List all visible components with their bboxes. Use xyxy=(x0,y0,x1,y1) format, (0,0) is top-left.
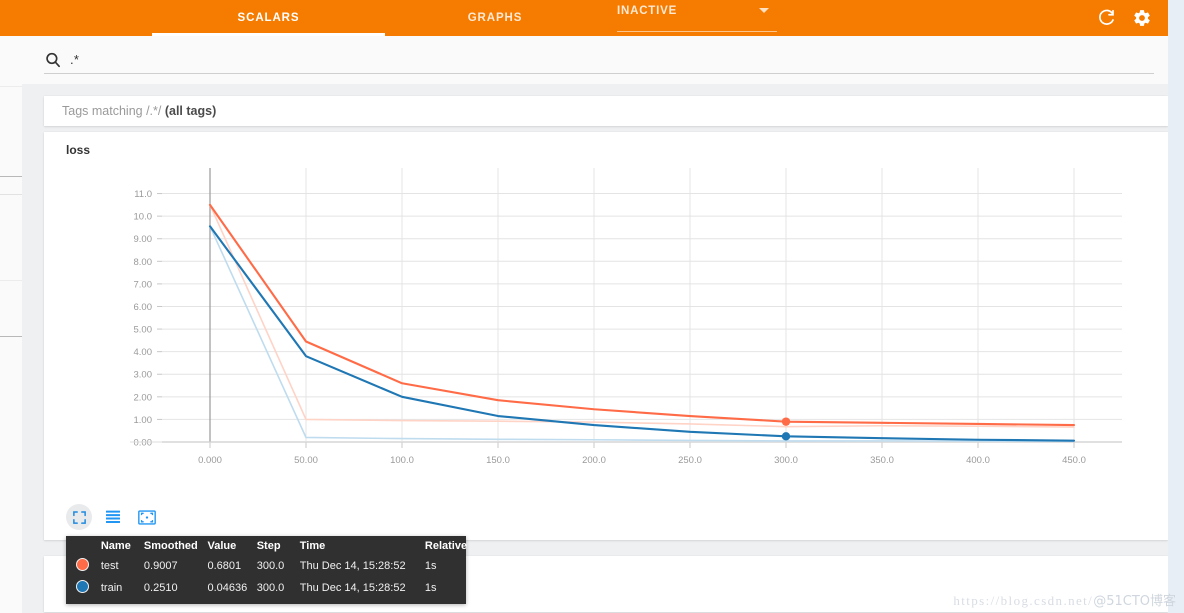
tooltip-cell-value: 0.04636 xyxy=(207,582,248,594)
tab-graphs[interactable]: GRAPHS xyxy=(415,0,575,36)
right-gutter xyxy=(1168,0,1184,613)
y-axis-tick-label: 2.00 xyxy=(134,392,153,403)
tooltip-cell-step: 300.0 xyxy=(256,560,285,572)
tooltip-col-name: Name xyxy=(100,540,131,552)
tooltip-col-value: Value xyxy=(207,540,237,552)
main-tabs: SCALARS GRAPHS xyxy=(0,0,575,36)
series-dot-icon xyxy=(76,580,89,593)
tooltip-cell-smoothed: 0.2510 xyxy=(143,582,178,594)
search-field-wrapper[interactable] xyxy=(44,46,1154,74)
inactive-dropdown-label: INACTIVE xyxy=(617,5,678,17)
x-axis-tick-label: 400.0 xyxy=(966,455,990,466)
left-rail xyxy=(0,36,22,613)
tooltip-cell-name: train xyxy=(100,582,123,594)
x-axis-tick-label: 300.0 xyxy=(774,455,798,466)
x-axis-tick-label: 150.0 xyxy=(486,455,510,466)
y-axis-tick-label: 0.00 xyxy=(134,438,153,449)
hover-marker-train xyxy=(781,432,791,441)
app-header: SCALARS GRAPHS INACTIVE xyxy=(0,0,1168,36)
chart-tooltip: Name Smoothed Value Step Time Relative t… xyxy=(66,536,468,604)
tab-graphs-label: GRAPHS xyxy=(467,12,523,24)
tags-matching-suffix: (all tags) xyxy=(164,104,217,118)
y-axis-tick-label: 6.00 xyxy=(134,302,153,313)
search-bar xyxy=(0,36,1168,84)
x-axis-tick-label: 200.0 xyxy=(582,455,606,466)
x-axis-tick-label: 100.0 xyxy=(390,455,414,466)
series-line-test-raw xyxy=(209,204,1075,428)
watermark-url: https://blog.csdn.net/ xyxy=(953,593,1094,608)
series-dot-icon xyxy=(76,558,89,571)
tooltip-table-head: Name Smoothed Value Step Time Relative xyxy=(66,536,468,555)
tags-filter-card: Tags matching /.*/ (all tags) xyxy=(44,96,1168,126)
tooltip-table-body: test 0.9007 0.6801 300.0 Thu Dec 14, 15:28:5… xyxy=(66,555,466,599)
refresh-icon[interactable] xyxy=(1096,8,1116,28)
x-axis-tick-label: 250.0 xyxy=(678,455,702,466)
y-axis-tick-label: 9.00 xyxy=(134,234,153,245)
y-axis-tick-label: 8.00 xyxy=(134,257,153,268)
tooltip-cell-relative: 1s xyxy=(424,560,437,572)
tooltip-cell-time: Thu Dec 14, 15:28:52 xyxy=(299,582,406,594)
x-axis-tick-label: 450.0 xyxy=(1062,455,1086,466)
chart-toolbar xyxy=(66,504,160,530)
x-axis-tick-label: 50.00 xyxy=(294,455,318,466)
watermark-handle: @51CTO博客 xyxy=(1093,594,1176,609)
chart-plot-area[interactable]: 0.00 1.00 2.00 3.00 4.00 5.00 6.00 7.00 8.00 9.00… xyxy=(44,160,1168,510)
tensorboard-app: SCALARS GRAPHS INACTIVE .* Tags matching… xyxy=(0,0,1184,613)
tags-matching-prefix: Tags matching xyxy=(62,104,147,118)
scalar-chart-card: loss 0.00 1.00 2.00 3.00 4.00 5.00 6.00 7.00 8.0… xyxy=(44,132,1168,540)
y-axis-tick-label: 3.00 xyxy=(134,370,153,381)
series-color-swatch xyxy=(66,555,101,577)
x-axis-tick-label: 350.0 xyxy=(870,455,894,466)
x-axis-tick-label: 0.000 xyxy=(198,455,222,466)
header-actions xyxy=(1096,8,1168,28)
chevron-down-icon xyxy=(759,8,769,13)
y-axis-tick-label: 1.00 xyxy=(134,415,153,426)
series-color-swatch xyxy=(66,577,101,599)
tags-matching-text: Tags matching /.*/ (all tags) xyxy=(44,104,216,118)
watermark: https://blog.csdn.net/@51CTO博客 xyxy=(953,590,1176,609)
y-axis-tick-label: 5.00 xyxy=(134,325,153,336)
search-input[interactable] xyxy=(68,49,1154,70)
series-line-train-smoothed xyxy=(208,225,1076,442)
y-axis-tick-label: 4.00 xyxy=(134,347,153,358)
tooltip-header-row: Name Smoothed Value Step Time Relative xyxy=(66,536,468,555)
tooltip-col-time: Time xyxy=(299,540,326,552)
tags-matching-regex: /.*/ xyxy=(146,104,165,118)
tooltip-col-swatch xyxy=(66,536,101,555)
tooltip-cell-value: 0.6801 xyxy=(207,560,242,572)
inactive-dropdown-underline xyxy=(617,31,777,32)
tooltip-cell-time: Thu Dec 14, 15:28:52 xyxy=(299,560,406,572)
tooltip-col-smoothed: Smoothed xyxy=(143,540,198,552)
search-icon xyxy=(44,51,62,69)
tooltip-cell-smoothed: 0.9007 xyxy=(143,560,178,572)
tab-scalars-label: SCALARS xyxy=(237,12,300,24)
tooltip-cell-name: test xyxy=(100,560,119,572)
y-axis-tick-label: 7.00 xyxy=(134,279,153,290)
tooltip-col-relative: Relative xyxy=(424,540,468,552)
fit-domain-icon[interactable] xyxy=(134,504,160,530)
series-line-train-raw xyxy=(209,225,1075,443)
expand-chart-icon[interactable] xyxy=(66,504,92,530)
tab-scalars[interactable]: SCALARS xyxy=(152,0,385,36)
y-axis-tick-label: 11.0 xyxy=(134,189,152,200)
tooltip-row: test 0.9007 0.6801 300.0 Thu Dec 14, 15:28:5… xyxy=(66,555,466,577)
line-chart-svg[interactable]: 0.00 1.00 2.00 3.00 4.00 5.00 6.00 7.00 8.00 9.00… xyxy=(44,160,1168,510)
data-table-icon[interactable] xyxy=(100,504,126,530)
tooltip-row: train 0.2510 0.04636 300.0 Thu Dec 14, 15:28… xyxy=(66,577,466,599)
y-axis-tick-label: 10.0 xyxy=(134,212,153,223)
tooltip-col-step: Step xyxy=(256,540,281,552)
tooltip-cell-step: 300.0 xyxy=(256,582,285,594)
hover-marker-test xyxy=(781,417,791,426)
tooltip-table: Name Smoothed Value Step Time Relative t… xyxy=(66,536,468,599)
inactive-dropdown[interactable]: INACTIVE xyxy=(617,4,777,32)
chart-title: loss xyxy=(66,143,91,157)
tooltip-cell-relative: 1s xyxy=(424,582,437,594)
series-line-test-smoothed xyxy=(208,203,1076,427)
gear-icon[interactable] xyxy=(1132,8,1152,28)
